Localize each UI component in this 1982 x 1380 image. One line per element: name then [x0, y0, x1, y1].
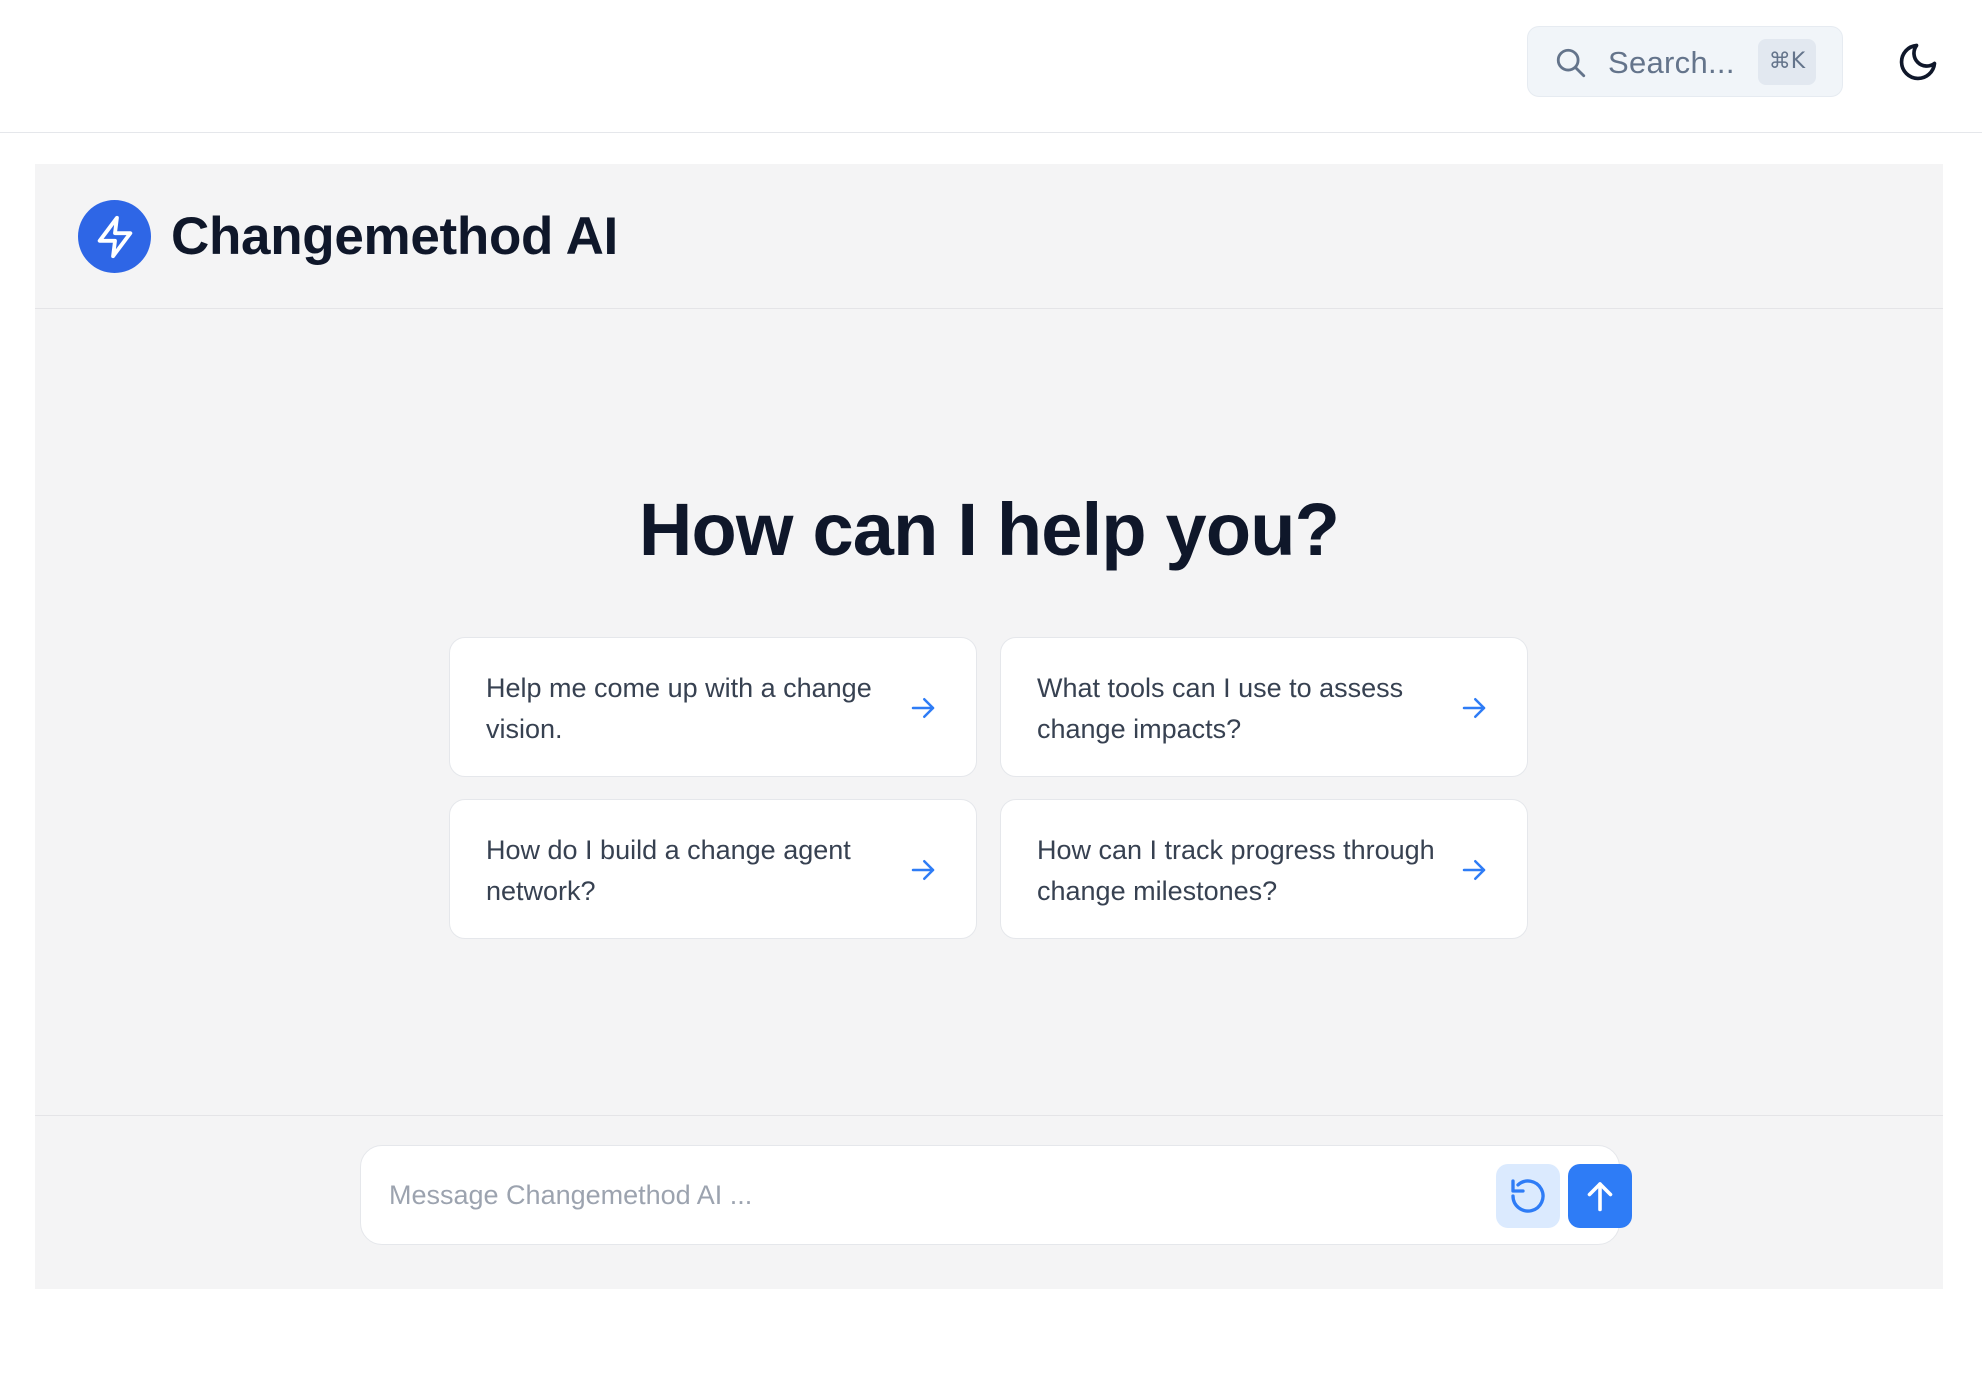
lightning-bolt-icon	[97, 215, 132, 258]
suggestion-card[interactable]: Help me come up with a change vision.	[449, 637, 977, 777]
arrow-right-icon	[1462, 860, 1486, 880]
suggestion-text: Help me come up with a change vision.	[486, 673, 872, 744]
search-shortcut-badge: ⌘K	[1758, 39, 1816, 85]
suggestion-text: How can I track progress through change …	[1037, 835, 1435, 906]
suggestion-text: How do I build a change agent network?	[486, 835, 851, 906]
suggestion-card[interactable]: How can I track progress through change …	[1000, 799, 1528, 939]
message-input[interactable]	[389, 1146, 1449, 1244]
arrow-right-icon	[911, 860, 935, 880]
top-header: Search... ⌘K	[0, 0, 1982, 133]
page-heading: How can I help you?	[638, 488, 1340, 571]
arrow-right-icon	[911, 698, 935, 718]
message-composer	[360, 1145, 1632, 1245]
search-button[interactable]: Search... ⌘K	[1527, 26, 1843, 97]
refresh-icon	[1511, 1179, 1545, 1213]
chat-header: Changemethod AI	[35, 164, 1943, 309]
arrow-up-icon	[1587, 1182, 1613, 1212]
suggestion-card[interactable]: How do I build a change agent network?	[449, 799, 977, 939]
suggestion-card[interactable]: What tools can I use to assess change im…	[1000, 637, 1528, 777]
arrow-right-icon	[1462, 698, 1486, 718]
search-icon	[1556, 48, 1586, 78]
app-logo	[78, 200, 151, 273]
composer-divider	[35, 1115, 1943, 1116]
reset-button[interactable]	[1496, 1164, 1560, 1228]
suggestion-text: What tools can I use to assess change im…	[1037, 673, 1404, 744]
search-label: Search...	[1608, 45, 1735, 80]
moon-icon[interactable]	[1896, 40, 1940, 84]
chat-panel: Changemethod AI How can I help you? Help…	[35, 164, 1943, 1289]
app-title: Changemethod AI	[171, 207, 618, 266]
send-button[interactable]	[1568, 1164, 1632, 1228]
